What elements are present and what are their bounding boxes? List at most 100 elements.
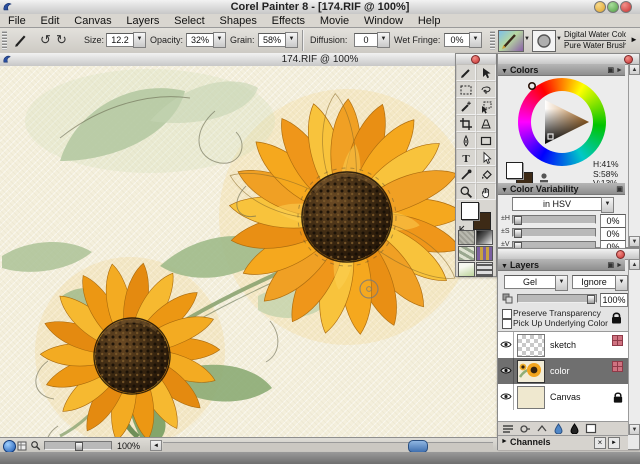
variability-s-slider-handle[interactable] (514, 229, 522, 238)
menu-canvas[interactable]: Canvas (74, 14, 111, 28)
canvas-area[interactable] (0, 66, 497, 437)
brush-variant-name[interactable]: Pure Water Brush (564, 41, 626, 51)
size-value[interactable]: 12.2 (106, 33, 134, 47)
brush-tool-icon[interactable] (14, 33, 29, 48)
pattern-selector[interactable] (458, 246, 475, 261)
composite-depth-dropdown-icon[interactable]: ▼ (615, 275, 628, 291)
colors-window-scrollbar[interactable]: ▲ ▼ (628, 64, 640, 247)
gradient-selector[interactable] (476, 230, 493, 245)
wet-fringe-dropdown-icon[interactable]: ▼ (469, 32, 482, 48)
brush-variant-icon[interactable] (532, 30, 556, 52)
panel-front-color-swatch[interactable] (506, 162, 523, 179)
look-selector[interactable] (476, 262, 493, 277)
new-watercolor-layer-icon[interactable] (553, 423, 564, 434)
composite-method-select[interactable]: Gel (504, 275, 556, 289)
maximize-button[interactable] (607, 1, 619, 13)
variability-h-value[interactable]: 0% (600, 214, 626, 228)
rectangular-shape-tool[interactable] (476, 132, 496, 149)
layers-scroll-up-icon[interactable]: ▲ (629, 259, 640, 270)
grain-dropdown-icon[interactable]: ▼ (285, 32, 298, 48)
grain-value[interactable]: 58% (258, 33, 286, 47)
pen-tool[interactable] (456, 132, 476, 149)
layer-adjuster-tool[interactable] (476, 64, 496, 81)
menu-movie[interactable]: Movie (320, 14, 349, 28)
menu-help[interactable]: Help (418, 14, 441, 28)
variability-mode-select[interactable]: in HSV (512, 197, 602, 211)
propbar-overflow-icon[interactable]: ► (630, 35, 638, 44)
brush-category-icon[interactable] (498, 30, 524, 52)
eye-icon[interactable] (500, 392, 512, 401)
layers-window-close-icon[interactable] (616, 250, 625, 259)
rectangular-select-tool[interactable] (456, 81, 476, 98)
channels-panel-bar[interactable]: ► Channels × ► (498, 435, 628, 450)
layers-panel-header[interactable]: ▼Layers ▣ ► (498, 259, 625, 271)
variability-h-slider-handle[interactable] (514, 216, 522, 225)
scroll-down-icon[interactable]: ▼ (629, 236, 640, 247)
diffusion-dropdown-icon[interactable]: ▼ (377, 32, 390, 48)
text-tool[interactable]: T (456, 149, 476, 166)
sv-triangle[interactable] (518, 78, 606, 166)
eye-icon[interactable] (500, 366, 512, 375)
app-titlebar[interactable]: Corel Painter 8 - [174.RIF @ 100%] (0, 0, 640, 15)
dropper-tool[interactable] (456, 166, 476, 183)
composite-depth-select[interactable]: Ignore (572, 275, 616, 289)
channels-collapse-icon[interactable]: ► (501, 438, 508, 445)
channels-close-icon[interactable]: × (594, 437, 606, 449)
variability-s-slider[interactable] (512, 228, 596, 237)
variability-collapse-icon[interactable]: ▼ (501, 187, 508, 194)
menu-layers[interactable]: Layers (126, 14, 159, 28)
variability-s-value[interactable]: 0% (600, 227, 626, 241)
draw-style-icon[interactable]: ↻ (56, 32, 67, 48)
reset-tool-icon[interactable]: ↺ (40, 32, 51, 48)
preserve-transparency-checkbox[interactable] (502, 309, 512, 319)
visibility-cell[interactable] (498, 332, 514, 358)
propbar-drag-handle[interactable] (2, 31, 7, 50)
front-color-swatch[interactable] (461, 202, 479, 220)
grabber-tool[interactable] (476, 183, 496, 200)
brush-category-name[interactable]: Digital Water Color (564, 30, 626, 41)
layer-commands-icon[interactable] (502, 424, 514, 434)
variability-mode-dropdown-icon[interactable]: ▼ (601, 197, 614, 213)
group-layers-icon[interactable] (536, 424, 548, 434)
wet-fringe-value[interactable]: 0% (444, 33, 470, 47)
new-liquid-ink-layer-icon[interactable] (569, 423, 580, 434)
minimize-button[interactable] (594, 1, 606, 13)
menu-file[interactable]: File (8, 14, 26, 28)
dynamic-plugins-icon[interactable] (519, 424, 531, 434)
brush-tool[interactable] (456, 64, 476, 81)
hscroll-left-icon[interactable]: ◄ (150, 440, 162, 451)
menu-edit[interactable]: Edit (41, 14, 60, 28)
layers-collapse-icon[interactable]: ▼ (501, 263, 508, 270)
colors-panel-header[interactable]: ▼Colors ▣ ► (498, 64, 625, 76)
layer-lock-icon[interactable] (610, 311, 623, 325)
hscroll-track[interactable] (163, 442, 493, 451)
composite-method-dropdown-icon[interactable]: ▼ (555, 275, 568, 291)
layer-row-canvas[interactable]: Canvas (498, 384, 628, 411)
zoom-slider-handle[interactable] (75, 442, 83, 451)
layer-opacity-slider-handle[interactable] (587, 295, 595, 304)
new-layer-icon[interactable] (585, 423, 597, 434)
visibility-cell[interactable] (498, 384, 514, 410)
menu-select[interactable]: Select (174, 14, 205, 28)
nozzle-selector[interactable] (458, 262, 475, 277)
colors-window-close-icon[interactable] (624, 55, 633, 64)
visibility-cell[interactable] (498, 358, 514, 384)
variability-h-slider[interactable] (512, 215, 596, 224)
magnifier-tool[interactable] (456, 183, 476, 200)
layer-row-color[interactable]: color (498, 358, 628, 385)
magic-wand-tool[interactable] (456, 98, 476, 115)
layer-opacity-value[interactable]: 100% (600, 293, 628, 307)
size-dropdown-icon[interactable]: ▼ (133, 32, 146, 48)
shape-selection-tool[interactable] (476, 149, 496, 166)
layer-opacity-slider[interactable] (517, 294, 597, 303)
crop-tool[interactable] (456, 115, 476, 132)
colors-collapse-icon[interactable]: ▼ (501, 68, 508, 75)
brush-category-dropdown-icon[interactable]: ▼ (524, 36, 530, 42)
lasso-tool[interactable] (476, 81, 496, 98)
page-grid-icon[interactable] (17, 441, 27, 451)
paper-selector[interactable] (458, 230, 475, 245)
brush-variant-dropdown-icon[interactable]: ▼ (556, 36, 562, 42)
menu-shapes[interactable]: Shapes (220, 14, 257, 28)
opacity-value[interactable]: 32% (186, 33, 214, 47)
channels-expand-icon[interactable]: ► (608, 437, 620, 449)
